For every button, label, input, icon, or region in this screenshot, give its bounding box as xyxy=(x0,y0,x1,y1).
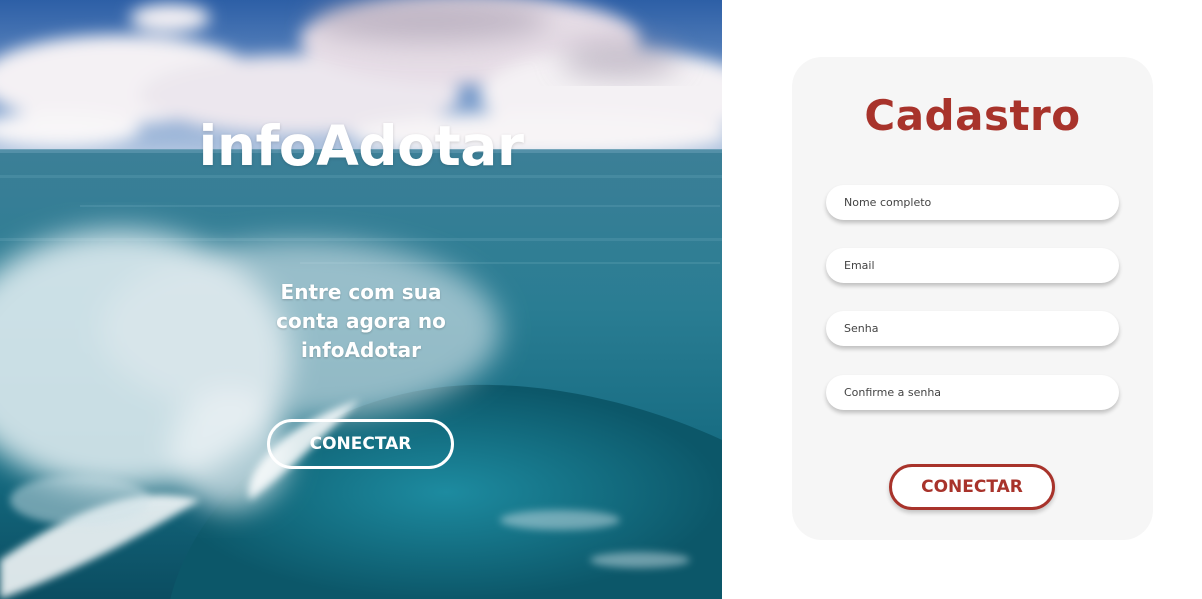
hero-title: infoAdotar xyxy=(198,114,524,178)
full-name-input[interactable] xyxy=(826,185,1119,220)
page: infoAdotar Entre com sua conta agora no … xyxy=(0,0,1202,599)
email-input[interactable] xyxy=(826,248,1119,283)
hero-panel: infoAdotar Entre com sua conta agora no … xyxy=(0,0,722,599)
hero-tagline: Entre com sua conta agora no infoAdotar xyxy=(276,280,446,362)
confirm-password-input[interactable] xyxy=(826,375,1119,410)
hero-connect-button[interactable]: CONECTAR xyxy=(267,419,454,469)
signup-card: Cadastro CONECTAR xyxy=(792,57,1153,540)
signup-title: Cadastro xyxy=(864,91,1081,140)
signup-connect-button[interactable]: CONECTAR xyxy=(889,464,1055,510)
password-input[interactable] xyxy=(826,311,1119,346)
